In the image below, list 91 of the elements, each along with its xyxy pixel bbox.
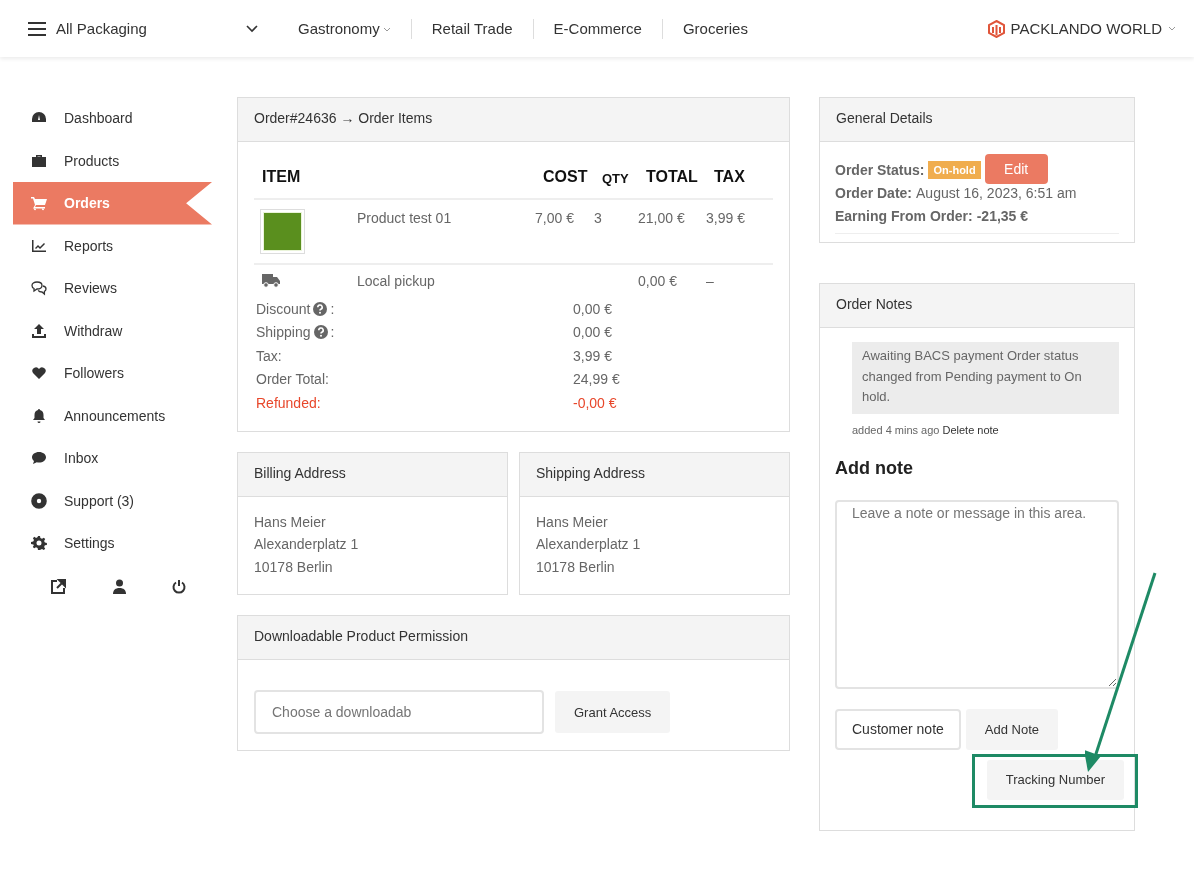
table-cell-text: 21,00 €	[638, 210, 686, 228]
column-header: QTY	[602, 171, 630, 186]
sidebar-item[interactable]: Reviews	[13, 267, 212, 310]
user-icon[interactable]	[112, 578, 126, 594]
lifebuoy-icon	[31, 492, 47, 509]
upload-icon	[31, 322, 47, 339]
heart-icon	[31, 365, 47, 382]
sidebar-item[interactable]: Inbox	[13, 437, 212, 480]
panel-title: Billing Address	[238, 452, 507, 497]
table-cell-text: Local pickup	[357, 273, 436, 291]
table-cell-text: 0,00 €	[638, 273, 678, 291]
total-value: -0,00 €	[573, 394, 618, 411]
date-label: Order Date:	[835, 184, 913, 201]
brand-menu[interactable]: PACKLANDO WORLD	[1010, 20, 1162, 37]
delete-note-link[interactable]: Delete note	[942, 423, 999, 436]
total-value: 0,00 €	[573, 324, 613, 341]
nav-link[interactable]: Groceries	[662, 20, 768, 37]
table-cell-text: –	[706, 273, 715, 291]
menu-icon[interactable]	[28, 21, 46, 36]
power-icon[interactable]	[172, 578, 186, 594]
chat-icon	[31, 280, 47, 297]
column-header: TAX	[714, 168, 746, 186]
address-line: 10178 Berlin	[536, 557, 616, 577]
earning-label: Earning From Order:	[835, 207, 973, 224]
total-label: Refunded:	[256, 394, 321, 411]
caret-icon[interactable]	[382, 27, 391, 32]
help-icon[interactable]	[313, 325, 328, 340]
sidebar-item[interactable]: Withdraw	[13, 309, 212, 352]
address-line: Hans Meier	[536, 512, 609, 532]
total-value: 24,99 €	[573, 371, 621, 388]
grant-access-button[interactable]: Grant Access	[555, 691, 671, 733]
tracking-number-button[interactable]: Tracking Number	[986, 759, 1124, 800]
panel-title: Shipping Address	[520, 452, 789, 497]
total-label: Tax:	[256, 347, 282, 364]
sidebar-item[interactable]: Products	[13, 139, 212, 182]
nav-link[interactable]: Gastronomy	[286, 20, 411, 37]
caret-icon[interactable]	[1168, 26, 1176, 31]
table-cell-text: Product test 01	[357, 210, 453, 228]
sidebar-item[interactable]: Dashboard	[13, 97, 212, 140]
panel-title: Order Notes	[820, 284, 1134, 328]
address-line: Hans Meier	[254, 512, 327, 532]
external-link-icon[interactable]	[51, 578, 66, 594]
briefcase-icon	[31, 152, 47, 169]
status-badge: On-hold	[928, 160, 981, 179]
order-date: August 16, 2023, 6:51 am	[916, 184, 1077, 201]
nav-link[interactable]: E-Commerce	[533, 20, 662, 37]
note-type-select[interactable]: Customer note	[835, 708, 961, 750]
panel-title: Order#24636 → Order Items	[238, 98, 789, 142]
category-selector[interactable]: All Packaging	[56, 20, 246, 37]
chevron-down-icon[interactable]	[246, 24, 258, 33]
total-label: Discount	[256, 300, 311, 317]
sidebar-item[interactable]: Announcements	[13, 394, 212, 437]
note-field[interactable]: Leave a note or message in this area.	[835, 499, 1119, 689]
column-header: ITEM	[262, 168, 302, 186]
panel-title: Downloadable Product Permission	[238, 616, 789, 660]
chart-icon	[31, 237, 47, 254]
address-line: 10178 Berlin	[254, 557, 334, 577]
earning-amount: -21,35 €	[976, 207, 1029, 224]
note-bubble: Awaiting BACS payment Order status changed from Pending payment to On hold.	[852, 342, 1119, 414]
bell-icon	[31, 407, 47, 424]
gear-icon	[31, 535, 47, 552]
cart-icon	[31, 195, 47, 212]
bubble-icon	[31, 450, 47, 467]
add-note-button[interactable]: Add Note	[965, 708, 1059, 750]
nav-link[interactable]: Retail Trade	[411, 20, 533, 37]
table-cell-text: 3	[594, 210, 603, 228]
total-value: 3,99 €	[573, 347, 613, 364]
total-label: Order Total:	[256, 371, 329, 388]
panel-title: General Details	[820, 98, 1134, 142]
product-thumbnail[interactable]	[261, 210, 304, 253]
sidebar-item[interactable]: Settings	[13, 522, 212, 565]
table-cell-text: 3,99 €	[706, 210, 746, 228]
truck-icon	[262, 273, 281, 288]
address-line: Alexanderplatz 1	[536, 535, 642, 554]
total-value: 0,00 €	[573, 300, 613, 317]
colon-text: :	[330, 324, 335, 341]
sidebar-item[interactable]: Support (3)	[13, 479, 212, 522]
status-label: Order Status:	[835, 161, 925, 178]
help-icon[interactable]	[313, 301, 328, 316]
total-label: Shipping	[256, 324, 311, 341]
table-cell-text: 7,00 €	[535, 210, 575, 228]
sidebar-item[interactable]: Followers	[13, 352, 212, 395]
product-select-field[interactable]: Choose a downloadab	[254, 690, 544, 734]
column-header: TOTAL	[646, 168, 699, 186]
add-note-heading: Add note	[835, 457, 914, 479]
sidebar-item[interactable]: Reports	[13, 224, 212, 267]
note-timestamp: added 4 mins ago	[852, 423, 940, 436]
colon-text: :	[330, 300, 335, 317]
logo-icon	[987, 19, 1005, 38]
address-line: Alexanderplatz 1	[254, 535, 360, 554]
column-header: COST	[543, 168, 589, 186]
